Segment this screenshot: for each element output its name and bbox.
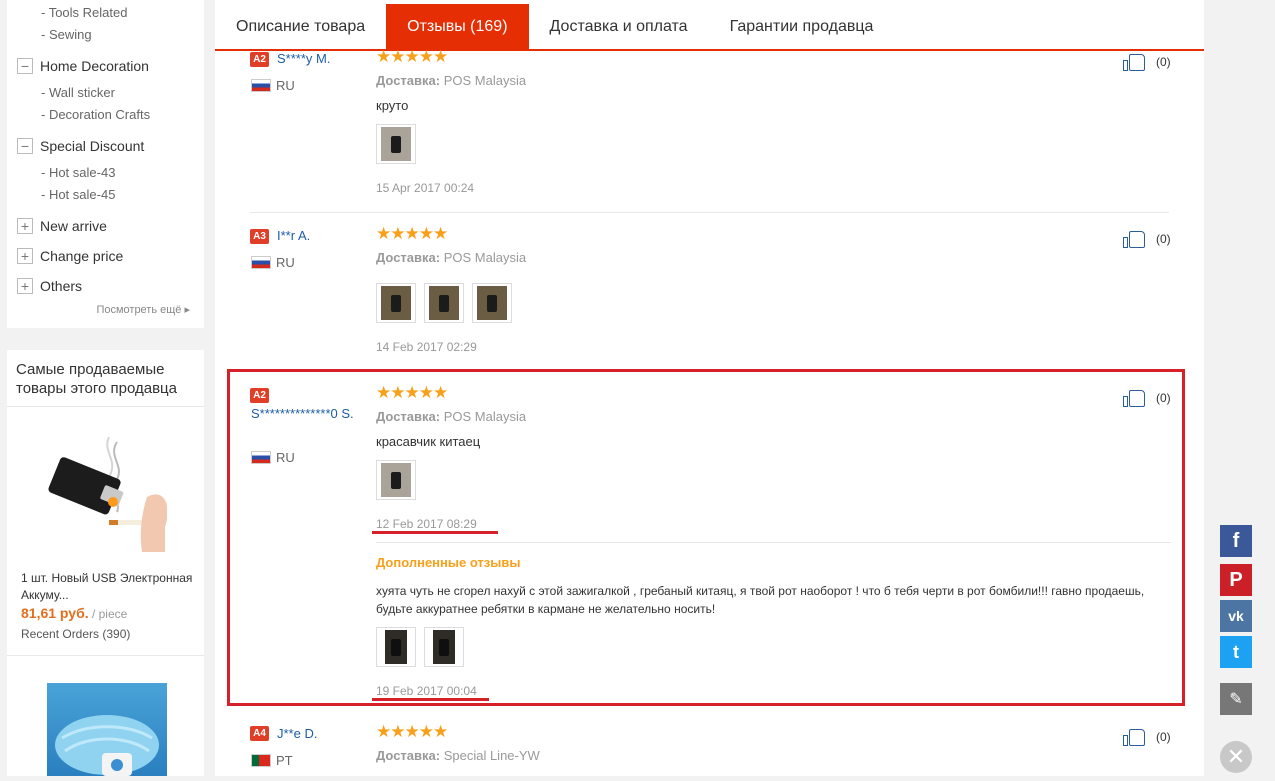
rating-stars: ★★★★★ <box>376 224 448 243</box>
subcategory-decoration-crafts[interactable]: - Decoration Crafts <box>41 107 150 122</box>
helpful-button[interactable]: (0) <box>1123 727 1171 746</box>
category-new-arrive[interactable]: + New arrive <box>17 216 107 236</box>
subcategory-hot-sale-43[interactable]: - Hot sale-43 <box>41 165 115 180</box>
category-label[interactable]: Home Decoration <box>40 58 149 74</box>
category-change-price[interactable]: + Change price <box>17 246 123 266</box>
category-home-decoration[interactable]: − Home Decoration <box>17 56 149 76</box>
review-date: 14 Feb 2017 02:29 <box>376 340 477 354</box>
subcategory-sewing[interactable]: - Sewing <box>41 27 92 42</box>
review-photo[interactable] <box>424 283 464 323</box>
shipping-label: Доставка: <box>376 73 441 88</box>
rating-stars: ★★★★★ <box>376 722 448 741</box>
thumbs-up-icon[interactable] <box>1123 727 1147 746</box>
highlight-frame <box>227 369 1185 706</box>
review-photos <box>376 283 512 323</box>
reviewer-country: PT <box>276 753 293 768</box>
shipping-method: POS Malaysia <box>443 250 527 265</box>
category-label[interactable]: Change price <box>40 248 123 264</box>
reviewer-name[interactable]: I**r A. <box>277 228 310 243</box>
edit-icon[interactable]: ✎ <box>1220 683 1252 715</box>
helpful-button[interactable]: (0) <box>1123 229 1171 248</box>
reviewer-country: RU <box>276 255 295 270</box>
date-underline <box>372 531 498 534</box>
review-photo[interactable] <box>376 124 416 164</box>
close-icon[interactable]: ✕ <box>1220 741 1252 773</box>
flag-ru-icon <box>251 256 271 269</box>
bestsellers-panel: Самые продаваемые товары этого продавца … <box>7 350 204 776</box>
helpful-count: (0) <box>1156 729 1171 744</box>
helpful-button[interactable]: (0) <box>1123 52 1171 71</box>
collapse-icon[interactable]: − <box>17 58 33 74</box>
product-name[interactable]: 1 шт. Новый USB Электронная Аккуму... <box>21 570 197 604</box>
rating-stars: ★★★★★ <box>376 47 448 66</box>
vk-share-icon[interactable]: vk <box>1220 600 1252 632</box>
flag-ru-icon <box>251 79 271 92</box>
see-more-link[interactable]: Посмотреть ещё ▸ <box>96 303 190 316</box>
shipping-method: Special Line-YW <box>443 748 540 763</box>
shipping-label: Доставка: <box>376 250 441 265</box>
category-sidebar: - Tools Related - Sewing − Home Decorati… <box>7 0 204 328</box>
review-date: 15 Apr 2017 00:24 <box>376 181 475 195</box>
subcategory-hot-sale-45[interactable]: - Hot sale-45 <box>41 187 115 202</box>
flag-pt-icon <box>251 754 271 767</box>
recent-orders: Recent Orders (390) <box>21 627 131 641</box>
category-others[interactable]: + Others <box>17 276 82 296</box>
collapse-icon[interactable]: − <box>17 138 33 154</box>
review-photo[interactable] <box>376 283 416 323</box>
product-image-yarn[interactable] <box>47 683 167 776</box>
product-tabs: Описание товара Отзывы (169) Доставка и … <box>215 4 1204 51</box>
price-unit: / piece <box>88 607 128 621</box>
tab-seller-guarantee[interactable]: Гарантии продавца <box>709 4 895 49</box>
shipping-label: Доставка: <box>376 748 441 763</box>
shipping-info: Доставка: POS Malaysia <box>376 250 526 265</box>
expand-icon[interactable]: + <box>17 248 33 264</box>
divider <box>7 406 204 407</box>
thumbs-up-icon[interactable] <box>1123 52 1147 71</box>
subcategory-tools-related[interactable]: - Tools Related <box>41 5 127 20</box>
shipping-info: Доставка: POS Malaysia <box>376 73 526 88</box>
review-photo[interactable] <box>472 283 512 323</box>
pinterest-share-icon[interactable]: P <box>1220 564 1252 596</box>
reviewer-name[interactable]: J**e D. <box>277 726 317 741</box>
expand-icon[interactable]: + <box>17 278 33 294</box>
reviewer-name[interactable]: S****y M. <box>277 51 330 66</box>
review-photos <box>376 124 416 164</box>
product-price: 81,61 руб. / piece <box>21 605 127 621</box>
divider <box>7 655 204 656</box>
category-label[interactable]: Special Discount <box>40 138 144 154</box>
thumbs-up-icon[interactable] <box>1123 229 1147 248</box>
tab-description[interactable]: Описание товара <box>215 4 386 49</box>
buyer-level-badge: A2 <box>250 52 269 67</box>
category-label[interactable]: New arrive <box>40 218 107 234</box>
review-divider <box>250 212 1169 213</box>
shipping-info: Доставка: Special Line-YW <box>376 748 540 763</box>
category-label[interactable]: Others <box>40 278 82 294</box>
buyer-level-badge: A3 <box>250 229 269 244</box>
buyer-level-badge: A4 <box>250 726 269 741</box>
subcategory-wall-sticker[interactable]: - Wall sticker <box>41 85 115 100</box>
helpful-count: (0) <box>1156 54 1171 69</box>
shipping-method: POS Malaysia <box>443 73 527 88</box>
tab-reviews[interactable]: Отзывы (169) <box>386 4 529 49</box>
date-underline <box>372 698 489 701</box>
reviewer-country: RU <box>276 78 295 93</box>
twitter-share-icon[interactable]: t <box>1220 636 1252 668</box>
helpful-count: (0) <box>1156 231 1171 246</box>
expand-icon[interactable]: + <box>17 218 33 234</box>
bestsellers-title: Самые продаваемые товары этого продавца <box>16 361 177 397</box>
product-image-lighter[interactable] <box>47 432 167 552</box>
price-value: 81,61 руб. <box>21 605 89 621</box>
facebook-share-icon[interactable]: f <box>1220 525 1252 557</box>
category-special-discount[interactable]: − Special Discount <box>17 136 144 156</box>
review-text: круто <box>376 98 409 113</box>
tab-shipping[interactable]: Доставка и оплата <box>529 4 709 49</box>
